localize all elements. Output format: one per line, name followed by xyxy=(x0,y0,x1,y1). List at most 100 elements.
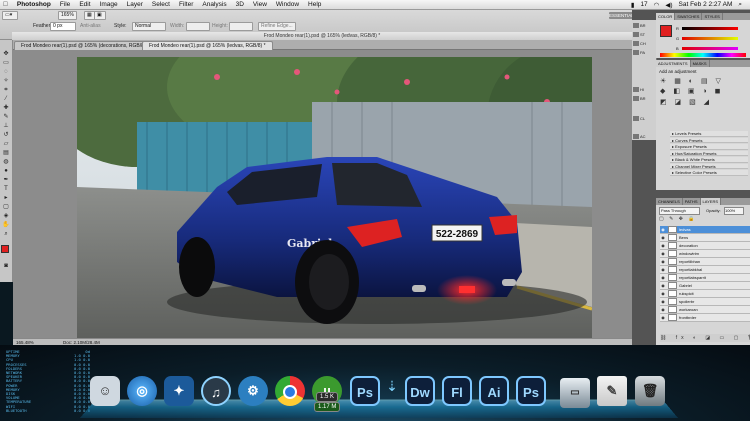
eye-icon[interactable]: ◉ xyxy=(660,274,666,282)
hand-tool-icon[interactable]: ✋ xyxy=(2,221,10,229)
eye-icon[interactable]: ◉ xyxy=(660,250,666,258)
crop-tool-icon[interactable]: ⌗ xyxy=(2,86,10,94)
hard-drive-icon[interactable]: ▭ xyxy=(560,378,590,408)
clone-source-panel-button[interactable]: CL xyxy=(633,115,655,122)
brush-tool-icon[interactable]: ✎ xyxy=(2,113,10,121)
adjustment-icons-row-3[interactable]: ◩ ◪ ▧ ◢ xyxy=(660,98,712,106)
lasso-tool-icon[interactable]: ◌ xyxy=(2,68,10,76)
layer-decoration[interactable]: ◉ decoration xyxy=(660,242,750,250)
menu-view[interactable]: View xyxy=(253,1,267,8)
preset-hue-saturation[interactable]: Hue/Saturation Presets xyxy=(670,150,748,156)
layer-reportlibhan[interactable]: ◉ reportlibhan xyxy=(660,258,750,266)
lock-icons[interactable]: ▢ ✎ ✥ 🔒 xyxy=(659,216,697,222)
zoom-level-select[interactable]: 165% xyxy=(58,11,77,20)
layer-windowtrim[interactable]: ◉ windowtrim xyxy=(660,250,750,258)
blue-slider[interactable] xyxy=(682,47,738,50)
menu-layer[interactable]: Layer xyxy=(127,1,143,8)
menu-app-name[interactable]: Photoshop xyxy=(17,1,51,8)
menu-file[interactable]: File xyxy=(60,1,70,8)
marquee-tool-preset-button[interactable]: ▭▾ xyxy=(2,11,18,20)
layer-gabriel[interactable]: ◉ Gabriel xyxy=(660,282,750,290)
paragraph-panel-button[interactable]: PA xyxy=(633,49,655,56)
apple-icon[interactable]:  xyxy=(3,1,8,8)
brushes-panel-button[interactable]: BR xyxy=(633,22,655,29)
magic-wand-icon[interactable]: ✧ xyxy=(2,77,10,85)
dodge-tool-icon[interactable]: ● xyxy=(2,167,10,175)
shape-tool-icon[interactable]: ▢ xyxy=(2,203,10,211)
feather-input[interactable]: 0 px xyxy=(50,22,76,31)
eye-icon[interactable]: ◉ xyxy=(660,314,666,322)
tab-channels[interactable]: CHANNELS xyxy=(656,198,683,205)
brush-presets-panel-button[interactable]: BR xyxy=(633,95,655,102)
blend-mode-select[interactable]: Pass Through xyxy=(659,207,700,215)
eye-icon[interactable]: ◉ xyxy=(660,298,666,306)
preset-channel-mixer[interactable]: Channel Mixer Presets xyxy=(670,163,748,169)
eye-icon[interactable]: ◉ xyxy=(660,226,666,234)
tab-styles[interactable]: STYLES xyxy=(702,13,723,20)
search-icon[interactable]: ⌕ xyxy=(738,1,742,9)
eye-icon[interactable]: ◉ xyxy=(660,266,666,274)
itunes-icon[interactable]: ♫ xyxy=(201,376,231,406)
layer-reportlabsparrit[interactable]: ◉ reportlabsparrit xyxy=(660,274,750,282)
wifi-icon[interactable]: ◠ xyxy=(654,1,660,9)
safari-icon[interactable]: ◎ xyxy=(127,376,157,406)
eye-icon[interactable]: ◉ xyxy=(660,258,666,266)
preset-levels[interactable]: Levels Presets xyxy=(670,131,748,137)
type-tool-icon[interactable]: T xyxy=(2,185,10,193)
volume-icon[interactable]: ◀) xyxy=(665,1,672,9)
red-slider[interactable] xyxy=(682,27,738,30)
menu-analysis[interactable]: Analysis xyxy=(202,1,226,8)
tab-ledvas[interactable]: Frod Mondeo rear(1).psd @ 165% (ledvas, … xyxy=(142,41,273,50)
menu-filter[interactable]: Filter xyxy=(179,1,193,8)
eye-icon[interactable]: ◉ xyxy=(660,242,666,250)
tab-swatches[interactable]: SWATCHES xyxy=(675,13,703,20)
photoshop-alt-icon[interactable]: Ps xyxy=(516,376,546,406)
tab-masks[interactable]: MASKS xyxy=(691,60,710,67)
clone-stamp-icon[interactable]: ⊥ xyxy=(2,122,10,130)
menu-help[interactable]: Help xyxy=(308,1,321,8)
layer-rukspicit[interactable]: ◉ rukspicit xyxy=(660,290,750,298)
opacity-input[interactable]: 100% xyxy=(724,207,744,215)
menu-select[interactable]: Select xyxy=(152,1,170,8)
layer-frontbrder[interactable]: ◉ frontbrder xyxy=(660,314,750,322)
preset-selective-color[interactable]: Selective Color Presets xyxy=(670,170,748,176)
navigator-icon[interactable]: ✦ xyxy=(164,376,194,406)
tab-layers[interactable]: LAYERS xyxy=(700,198,722,205)
battery-icon[interactable]: ▮ xyxy=(631,1,635,9)
green-slider[interactable] xyxy=(682,37,738,40)
history-brush-icon[interactable]: ↺ xyxy=(2,131,10,139)
eye-icon[interactable]: ◉ xyxy=(660,234,666,242)
style-select[interactable]: Normal xyxy=(132,22,166,31)
preview-icon[interactable]: ✎ xyxy=(597,376,627,406)
menu-image[interactable]: Image xyxy=(100,1,118,8)
tab-color[interactable]: COLOR xyxy=(656,13,676,20)
height-input[interactable] xyxy=(229,22,253,31)
tab-decorations[interactable]: Frod Mondeo rear(1).psd @ 165% (decorati… xyxy=(14,41,156,50)
adjustment-icons-row-1[interactable]: ☀ ▦ ◐ ▤ ▽ xyxy=(660,77,724,85)
styles-panel-button[interactable]: ST xyxy=(633,31,655,38)
eye-icon[interactable]: ◉ xyxy=(660,282,666,290)
layer-bens[interactable]: ◉ Bens xyxy=(660,234,750,242)
layer-ledvas[interactable]: ◉ ledvas xyxy=(660,226,750,234)
move-tool-icon[interactable]: ✥ xyxy=(2,50,10,58)
actions-panel-button[interactable]: AC xyxy=(633,133,655,140)
dreamweaver-icon[interactable]: Dw xyxy=(405,376,435,406)
chrome-icon[interactable] xyxy=(275,376,305,406)
eraser-icon[interactable]: ▱ xyxy=(2,140,10,148)
anti-alias-checkbox[interactable]: Anti-alias xyxy=(80,23,101,29)
tab-paths[interactable]: PATHS xyxy=(683,198,701,205)
finder-icon[interactable]: ☺ xyxy=(90,376,120,406)
history-panel-button[interactable]: HI xyxy=(633,86,655,93)
zoom-tool-icon[interactable]: ⌕ xyxy=(2,230,10,238)
marquee-tool-icon[interactable]: ▭ xyxy=(2,59,10,67)
layer-reportlabkhal[interactable]: ◉ reportlabkhal xyxy=(660,266,750,274)
illustrator-icon[interactable]: Ai xyxy=(479,376,509,406)
adjustment-icons-row-2[interactable]: ◆ ◧ ▣ ◑ ◼ xyxy=(660,87,723,95)
quick-mask-icon[interactable]: ◙ xyxy=(2,262,10,270)
screen-mode-icon[interactable]: ▣ xyxy=(94,11,106,20)
menu-3d[interactable]: 3D xyxy=(236,1,244,8)
photoshop-icon[interactable]: Ps xyxy=(350,376,380,406)
path-selection-icon[interactable]: ▸ xyxy=(2,194,10,202)
menu-window[interactable]: Window xyxy=(276,1,299,8)
blur-tool-icon[interactable]: ◍ xyxy=(2,158,10,166)
